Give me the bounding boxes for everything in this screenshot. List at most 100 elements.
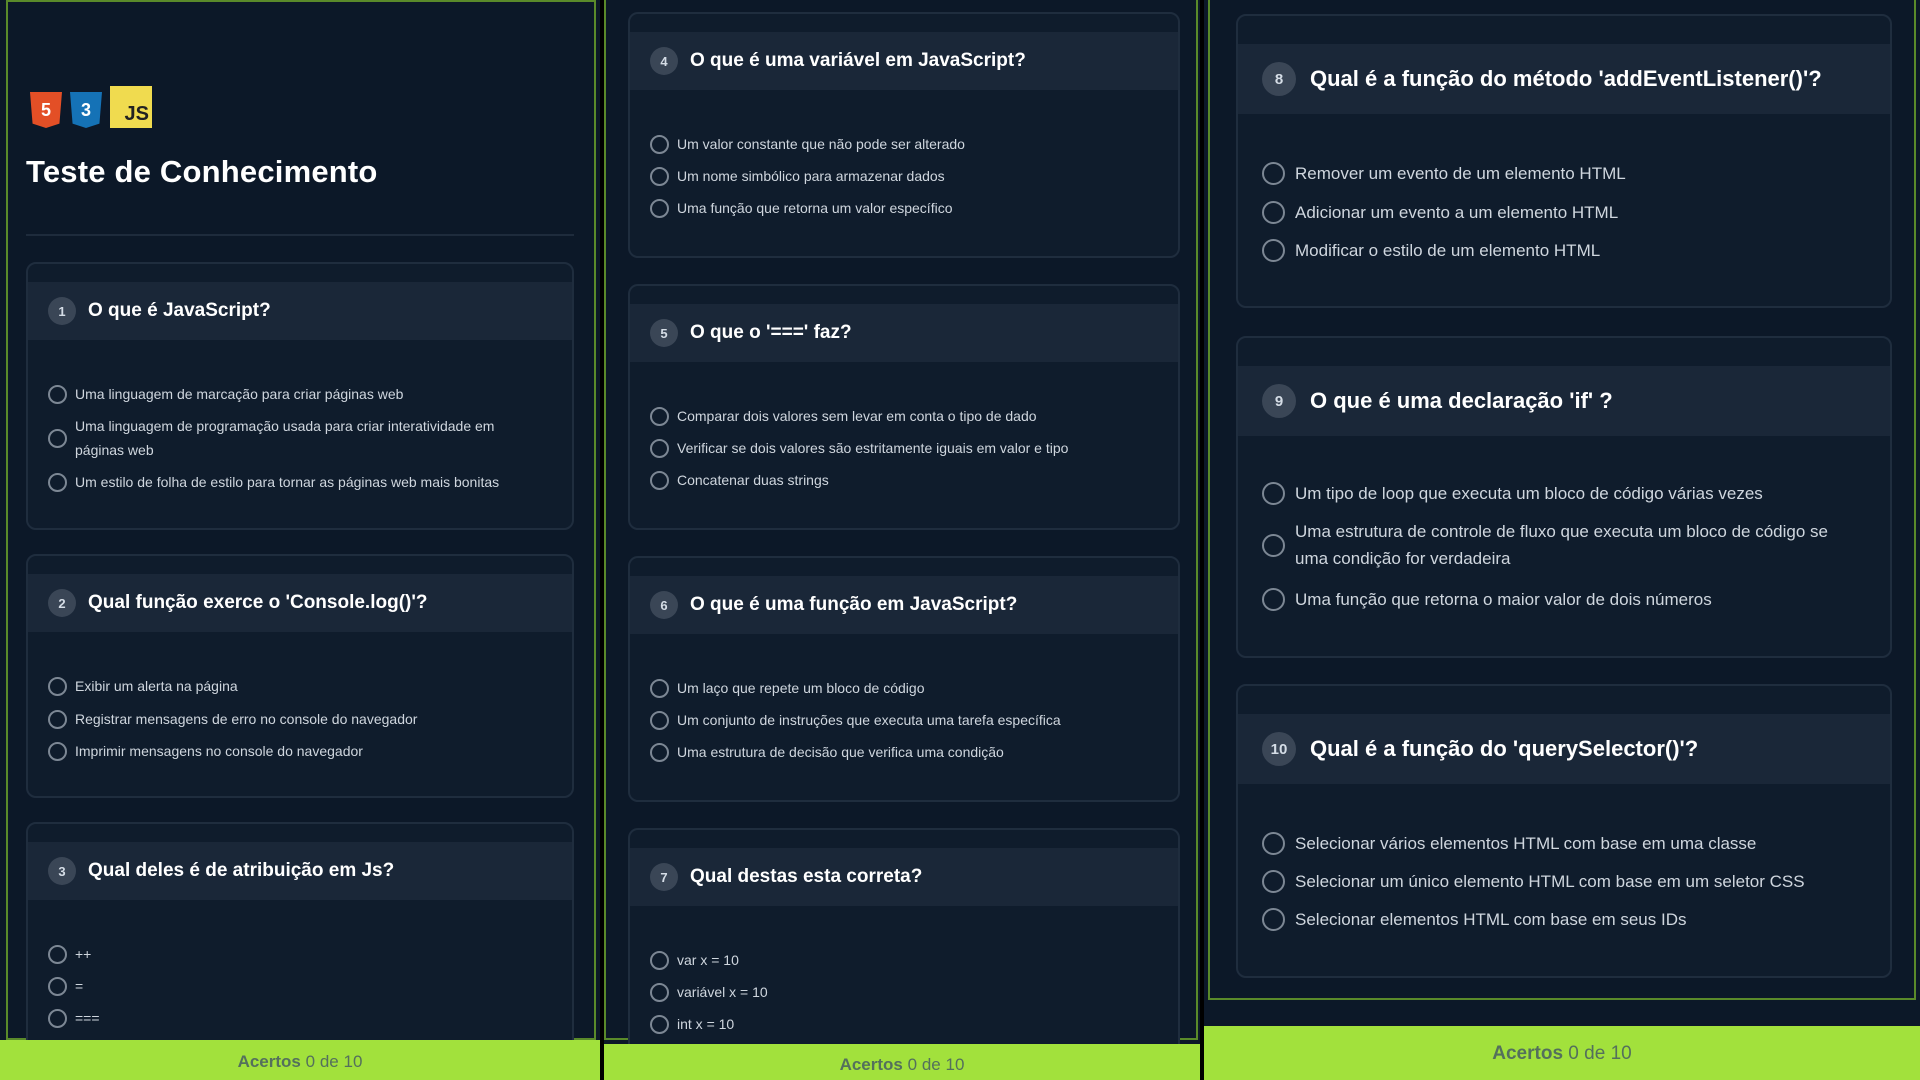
answer-option[interactable]: Comparar dois valores sem levar em conta… [650, 404, 1037, 428]
question-card-2: 2 Qual função exerce o 'Console.log()'? … [26, 554, 574, 798]
question-text: Qual é a função do método 'addEventListe… [1310, 66, 1822, 91]
tech-logos: 5 3 JS [30, 86, 152, 128]
radio-button[interactable] [650, 678, 669, 698]
radio-button[interactable] [1262, 870, 1285, 893]
answer-option-label: Um valor constante que não pode ser alte… [677, 136, 965, 152]
html5-logo-icon: 5 [30, 92, 62, 128]
radio-button[interactable] [650, 742, 669, 762]
answer-option[interactable]: Selecionar vários elementos HTML com bas… [1262, 830, 1756, 857]
answer-option-label: Uma linguagem de programação usada para … [75, 418, 495, 458]
answer-option[interactable]: Uma função que retorna um valor específi… [650, 196, 952, 220]
answer-option[interactable]: Um tipo de loop que executa um bloco de … [1262, 480, 1763, 507]
radio-button[interactable] [48, 676, 67, 696]
score-footer: Acertos 0 de 10 [0, 1040, 600, 1080]
radio-button[interactable] [48, 976, 67, 996]
radio-button[interactable] [1262, 482, 1285, 505]
answer-option[interactable]: Uma função que retorna o maior valor de … [1262, 586, 1712, 613]
answer-option-label: = [75, 978, 84, 994]
quiz-panel-3: 8 Qual é a função do método 'addEventLis… [1204, 0, 1920, 1080]
radio-button[interactable] [48, 472, 67, 492]
answer-option[interactable]: = [48, 974, 83, 998]
answer-option[interactable]: Uma estrutura de decisão que verifica um… [650, 740, 1004, 764]
radio-button[interactable] [1262, 832, 1285, 855]
question-number-badge: 5 [650, 319, 678, 347]
answer-option-label: var x = 10 [677, 952, 739, 968]
question-text: Qual função exerce o 'Console.log()'? [88, 592, 428, 613]
question-header: 5 O que o '===' faz? [630, 304, 1178, 362]
score-footer: Acertos 0 de 10 [604, 1044, 1200, 1080]
answer-option[interactable]: Concatenar duas strings [650, 468, 829, 492]
answer-option-label: Verificar se dois valores são estritamen… [677, 440, 1069, 456]
answer-option[interactable]: Imprimir mensagens no console do navegad… [48, 739, 363, 763]
answer-option-label: Uma linguagem de marcação para criar pág… [75, 386, 404, 402]
answer-option[interactable]: Remover um evento de um elemento HTML [1262, 160, 1626, 187]
question-header: 3 Qual deles é de atribuição em Js? [28, 842, 572, 900]
radio-button[interactable] [650, 710, 669, 730]
radio-button[interactable] [650, 438, 669, 458]
answer-option[interactable]: Um valor constante que não pode ser alte… [650, 132, 965, 156]
answer-option[interactable]: Exibir um alerta na página [48, 674, 238, 698]
question-card-4: 4 O que é uma variável em JavaScript? Um… [628, 12, 1180, 258]
question-card-6: 6 O que é uma função em JavaScript? Um l… [628, 556, 1180, 802]
answer-option[interactable]: var x = 10 [650, 948, 739, 972]
radio-button[interactable] [650, 134, 669, 154]
radio-button[interactable] [48, 741, 67, 761]
radio-button[interactable] [650, 406, 669, 426]
answer-option-label: int x = 10 [677, 1016, 735, 1032]
answer-option[interactable]: Selecionar um único elemento HTML com ba… [1262, 868, 1805, 895]
radio-button[interactable] [48, 1008, 67, 1028]
radio-button[interactable] [650, 982, 669, 1002]
radio-button[interactable] [48, 709, 67, 729]
question-header: 7 Qual destas esta correta? [630, 848, 1178, 906]
quiz-panel-2: 4 O que é uma variável em JavaScript? Um… [604, 0, 1200, 1080]
answer-option[interactable]: === [48, 1006, 100, 1030]
question-number-badge: 3 [48, 857, 76, 885]
question-card-3: 3 Qual deles é de atribuição em Js? ++ =… [26, 822, 574, 1062]
score-total: 10 [1610, 1043, 1632, 1064]
radio-button[interactable] [1262, 908, 1285, 931]
answer-option-label: Exibir um alerta na página [75, 678, 238, 694]
score-label: Acertos [839, 1055, 903, 1074]
answer-option[interactable]: Registrar mensagens de erro no console d… [48, 707, 417, 731]
radio-button[interactable] [1262, 201, 1285, 224]
answer-option[interactable]: ++ [48, 942, 91, 966]
answer-option-label: Uma estrutura de decisão que verifica um… [677, 744, 1004, 760]
answer-option[interactable]: variável x = 10 [650, 980, 768, 1004]
radio-button[interactable] [1262, 533, 1285, 557]
question-card-7: 7 Qual destas esta correta? var x = 10 v… [628, 828, 1180, 1068]
radio-button[interactable] [48, 944, 67, 964]
answer-option[interactable]: Modificar o estilo de um elemento HTML [1262, 237, 1600, 264]
score-total: 10 [343, 1052, 363, 1071]
answer-option[interactable]: Adicionar um evento a um elemento HTML [1262, 199, 1618, 226]
question-text: O que é JavaScript? [88, 300, 271, 321]
answer-option[interactable]: int x = 10 [650, 1012, 734, 1036]
score-correct: 0 [305, 1052, 316, 1071]
radio-button[interactable] [650, 1014, 669, 1034]
score-label: Acertos [237, 1052, 301, 1071]
answer-option[interactable]: Um conjunto de instruções que executa um… [650, 708, 1061, 732]
answer-option[interactable]: Verificar se dois valores são estritamen… [650, 436, 1068, 460]
answer-option[interactable]: Uma estrutura de controle de fluxo que e… [1262, 518, 1862, 572]
radio-button[interactable] [650, 950, 669, 970]
answer-option-label: Uma função que retorna um valor específi… [677, 200, 953, 216]
answer-option[interactable]: Uma linguagem de marcação para criar pág… [48, 382, 403, 406]
answer-option[interactable]: Selecionar elementos HTML com base em se… [1262, 906, 1686, 933]
answer-option[interactable]: Um laço que repete um bloco de código [650, 676, 924, 700]
question-number-badge: 9 [1262, 384, 1296, 418]
answer-option-label: Um nome simbólico para armazenar dados [677, 168, 945, 184]
radio-button[interactable] [48, 428, 67, 448]
answer-option[interactable]: Uma linguagem de programação usada para … [48, 414, 538, 462]
radio-button[interactable] [1262, 588, 1285, 611]
question-header: 4 O que é uma variável em JavaScript? [630, 32, 1178, 90]
radio-button[interactable] [650, 198, 669, 218]
answer-option[interactable]: Um estilo de folha de estilo para tornar… [48, 470, 499, 494]
radio-button[interactable] [650, 166, 669, 186]
score-label: Acertos [1492, 1043, 1564, 1064]
radio-button[interactable] [48, 384, 67, 404]
question-number-badge: 6 [650, 591, 678, 619]
radio-button[interactable] [1262, 239, 1285, 262]
radio-button[interactable] [650, 470, 669, 490]
answer-option-label: Selecionar vários elementos HTML com bas… [1295, 834, 1757, 853]
radio-button[interactable] [1262, 162, 1285, 185]
answer-option[interactable]: Um nome simbólico para armazenar dados [650, 164, 945, 188]
